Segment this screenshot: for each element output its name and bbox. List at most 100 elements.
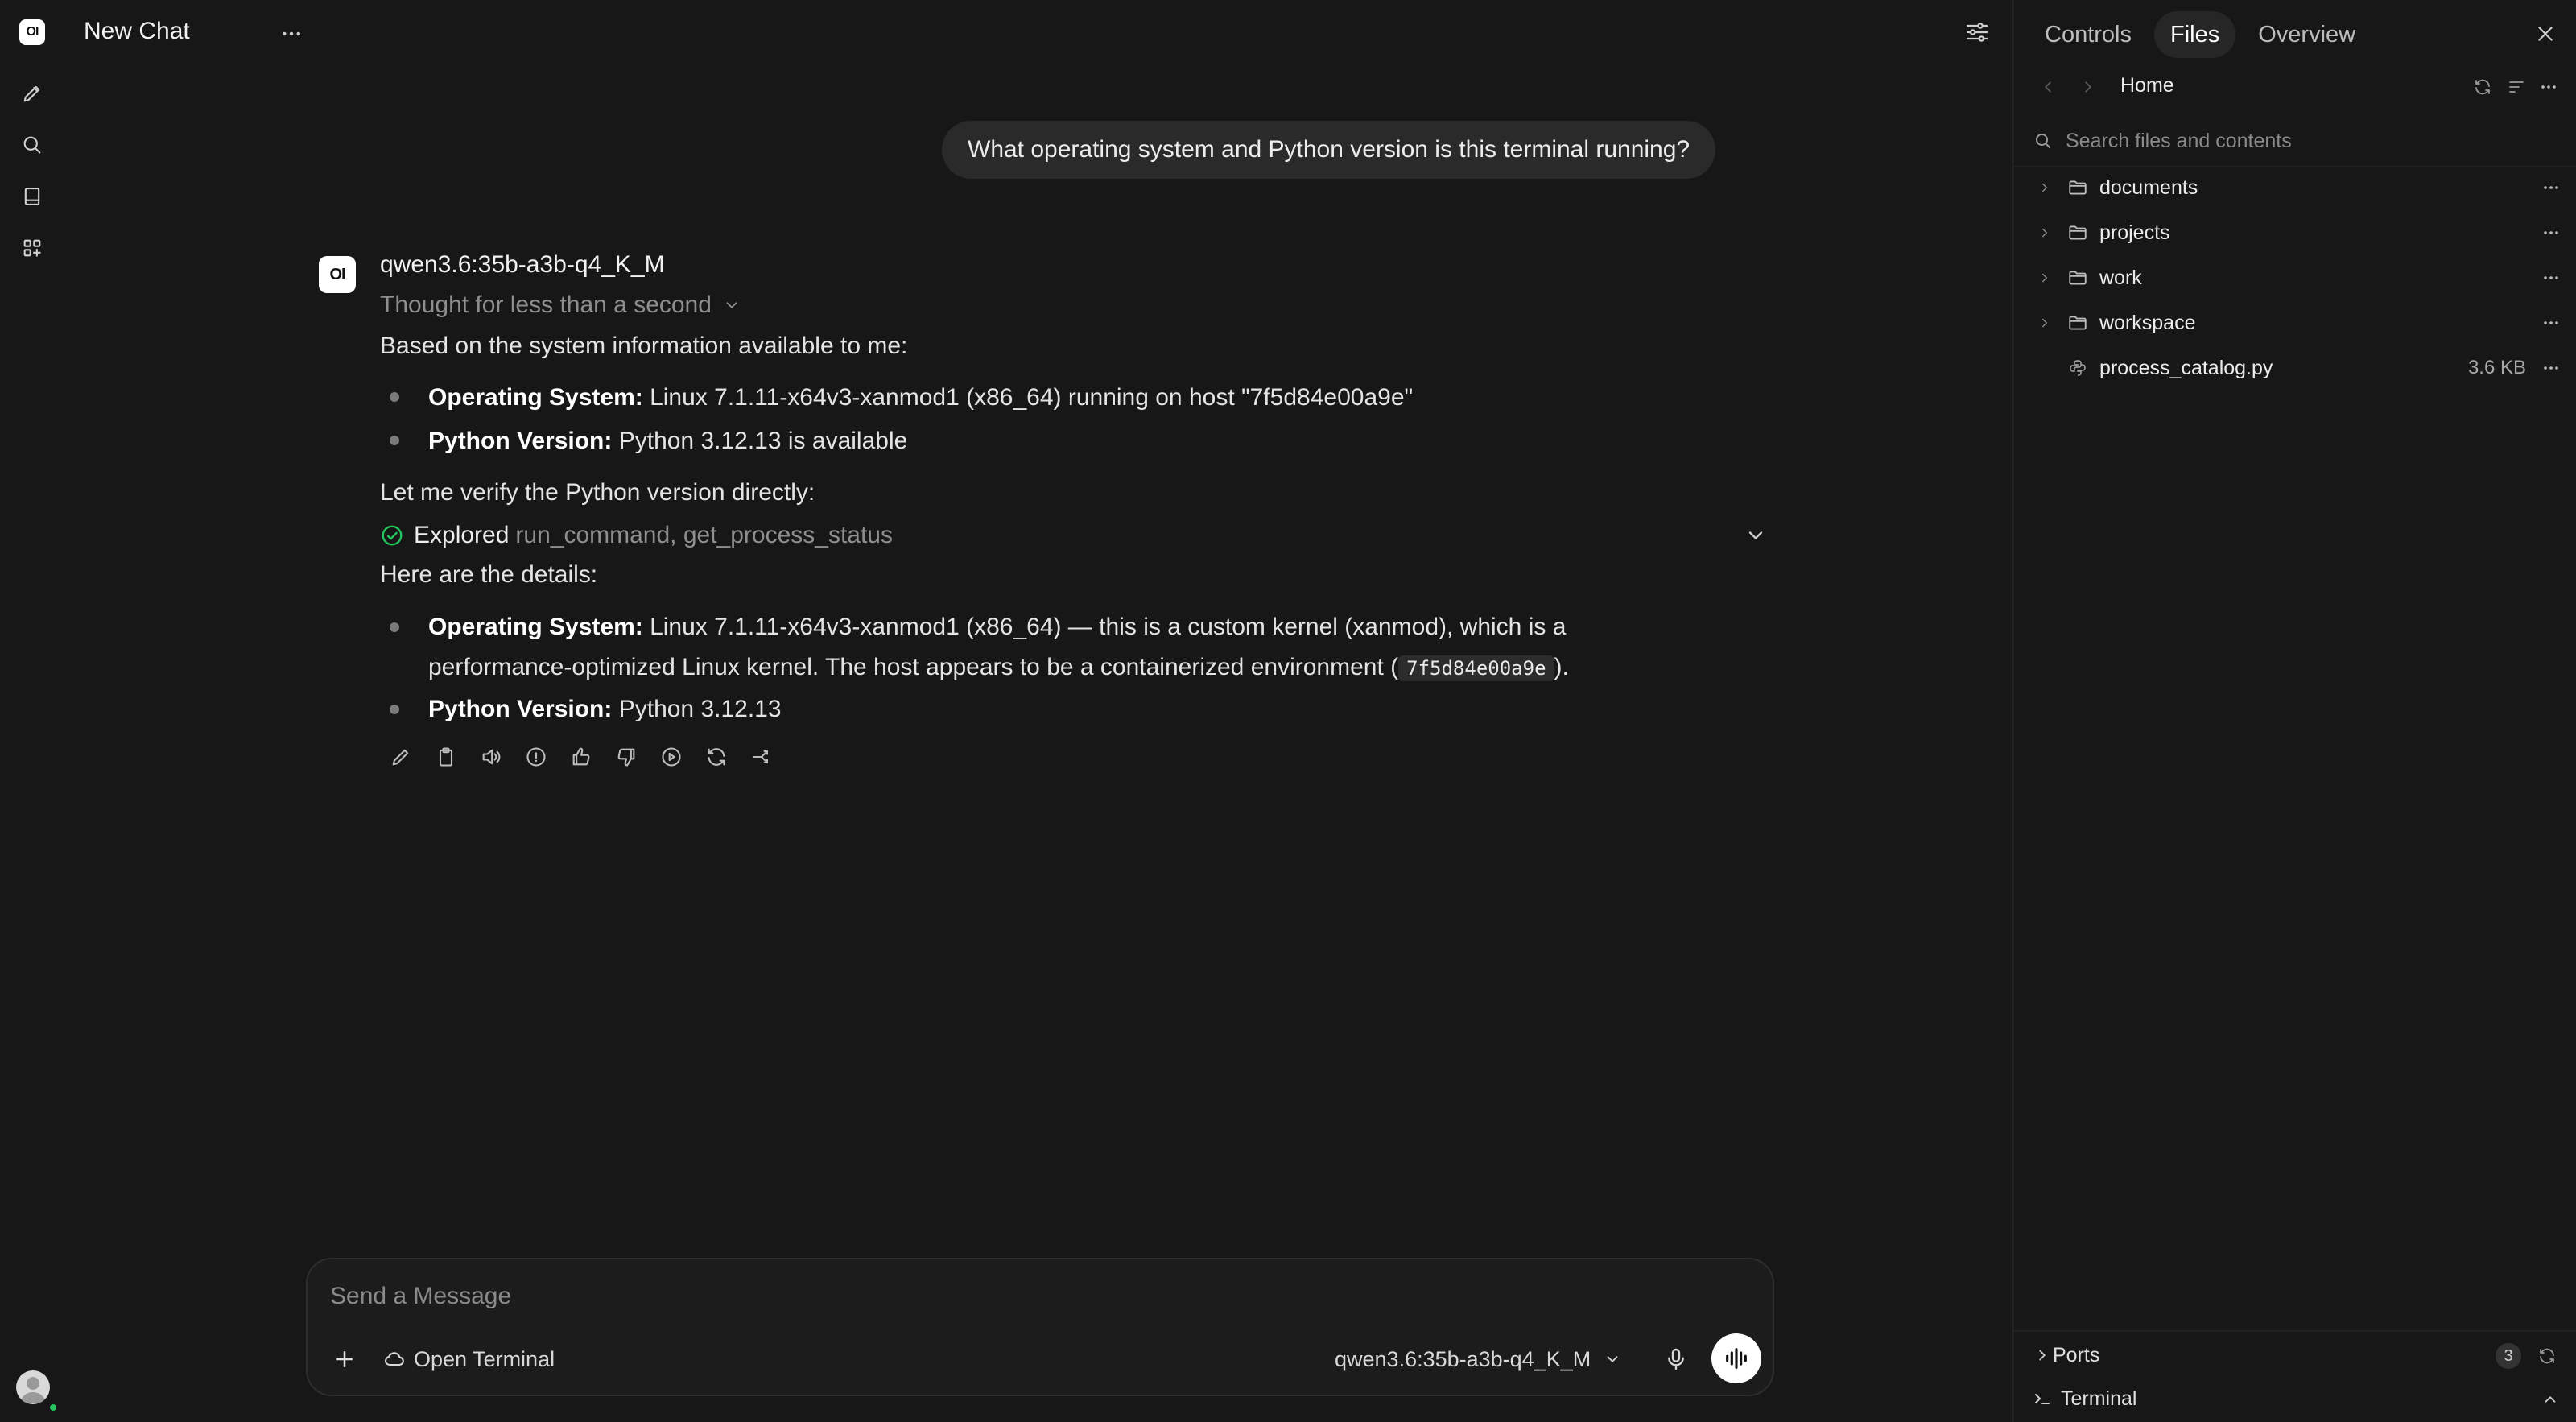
left-rail: OI (0, 0, 64, 1422)
file-navigation: Home (2033, 69, 2562, 105)
ellipsis-icon[interactable] (2539, 221, 2563, 245)
response-intro: Based on the system information availabl… (380, 333, 908, 359)
user-message[interactable]: What operating system and Python version… (942, 121, 1716, 179)
notes-button[interactable] (16, 180, 48, 213)
ellipsis-icon[interactable] (2539, 356, 2563, 380)
edit-button[interactable] (385, 741, 417, 773)
model-selector[interactable]: qwen3.6:35b-a3b-q4_K_M (1335, 1343, 1621, 1375)
plus-icon (332, 1347, 357, 1371)
panel-tabs: Controls Files Overview (2029, 11, 2372, 58)
ports-count-badge: 3 (2496, 1343, 2521, 1369)
copy-button[interactable] (430, 741, 462, 773)
terminal-section[interactable]: Terminal (2014, 1379, 2576, 1419)
thumbs-down-icon (615, 746, 638, 768)
python-file-icon (2066, 356, 2090, 380)
close-panel-button[interactable] (2529, 18, 2562, 50)
cloud-icon (383, 1348, 406, 1370)
workspace-button[interactable] (16, 232, 48, 264)
app-logo[interactable]: OI (19, 19, 45, 45)
thumbs-up-icon (570, 746, 592, 768)
file-search-bar (2033, 122, 2562, 159)
sort-button[interactable] (2502, 71, 2531, 103)
file-row-process-catalog[interactable]: process_catalog.py 3.6 KB (2014, 346, 2576, 390)
user-avatar[interactable] (16, 1370, 50, 1404)
tab-files[interactable]: Files (2154, 11, 2236, 58)
chat-title[interactable]: New Chat (84, 18, 190, 45)
list-item: Python Version: Python 3.12.13 (428, 689, 782, 730)
folder-icon (2066, 266, 2090, 290)
side-panel: Controls Files Overview Home Search file… (2013, 0, 2576, 1422)
speaker-icon (480, 746, 502, 768)
list-item-label: Operating System: (428, 384, 643, 411)
list-item-label: Python Version: (428, 428, 613, 454)
file-row-workspace[interactable]: workspace (2014, 301, 2576, 345)
chevron-right-icon[interactable] (2035, 268, 2054, 287)
file-name: documents (2099, 176, 2198, 199)
chevron-right-icon[interactable] (2035, 313, 2054, 333)
back-button[interactable] (2033, 71, 2062, 103)
thumbs-down-button[interactable] (610, 741, 642, 773)
tab-overview[interactable]: Overview (2242, 11, 2372, 58)
search-icon (2033, 131, 2053, 151)
file-row-work[interactable]: work (2014, 256, 2576, 300)
refresh-icon (2473, 77, 2492, 97)
tool-calls-summary[interactable]: Explored run_command, get_process_status (380, 519, 1769, 552)
attach-button[interactable] (327, 1341, 362, 1377)
explored-label: Explored (414, 522, 510, 548)
chevron-left-icon (2039, 78, 2057, 96)
online-status-dot (48, 1403, 58, 1412)
pencil-icon (21, 82, 43, 105)
ports-label: Ports (2053, 1343, 2100, 1366)
list-item-text: performance-optimized Linux kernel. The … (428, 654, 1399, 680)
ellipsis-icon[interactable] (2539, 176, 2563, 200)
ellipsis-icon[interactable] (2539, 311, 2563, 335)
model-selector-label: qwen3.6:35b-a3b-q4_K_M (1335, 1346, 1591, 1371)
regenerate-button[interactable] (700, 741, 733, 773)
list-bullet (390, 622, 399, 632)
chevron-right-icon[interactable] (2035, 178, 2054, 197)
files-menu-button[interactable] (2534, 71, 2563, 103)
controls-toggle-button[interactable] (1959, 14, 1995, 50)
open-terminal-button[interactable]: Open Terminal (383, 1343, 555, 1375)
list-item-text: Linux 7.1.11-x64v3-xanmod1 (x86_64) — th… (650, 614, 1567, 640)
breadcrumb[interactable]: Home (2120, 74, 2174, 97)
thought-toggle[interactable]: Thought for less than a second (380, 291, 741, 319)
open-terminal-label: Open Terminal (414, 1346, 555, 1371)
voice-mode-button[interactable] (1711, 1333, 1761, 1383)
chevron-right-icon[interactable] (2035, 223, 2054, 242)
file-row-projects[interactable]: projects (2014, 211, 2576, 254)
list-item-text: Linux 7.1.11-x64v3-xanmod1 (x86_64) runn… (650, 384, 1414, 411)
file-search-input[interactable] (2066, 129, 2549, 153)
file-name: work (2099, 266, 2142, 289)
ellipsis-icon[interactable] (2539, 266, 2563, 290)
file-row-documents[interactable]: documents (2014, 166, 2576, 209)
dictate-button[interactable] (1657, 1340, 1695, 1379)
grid-icon (21, 237, 43, 259)
thumbs-up-button[interactable] (565, 741, 597, 773)
read-aloud-button[interactable] (475, 741, 507, 773)
refresh-files-button[interactable] (2468, 71, 2497, 103)
new-chat-button[interactable] (16, 77, 48, 110)
folder-icon (2066, 221, 2090, 245)
info-button[interactable] (520, 741, 552, 773)
app-window: OI New Chat What operating system and Py… (0, 0, 2576, 1422)
refresh-icon[interactable] (2536, 1345, 2558, 1367)
sort-icon (2507, 77, 2526, 97)
continue-icon (660, 746, 683, 768)
list-item: Operating System: Linux 7.1.11-x64v3-xan… (428, 378, 1413, 418)
search-button[interactable] (16, 129, 48, 161)
chat-menu-button[interactable] (275, 18, 308, 50)
chevron-down-icon[interactable] (1742, 522, 1769, 549)
regenerate-icon (705, 746, 728, 768)
tab-controls[interactable]: Controls (2029, 11, 2148, 58)
message-input[interactable] (330, 1277, 1699, 1316)
list-item: Operating System: Linux 7.1.11-x64v3-xan… (428, 607, 1569, 688)
continue-button[interactable] (655, 741, 687, 773)
chevron-up-icon[interactable] (2539, 1388, 2562, 1411)
explored-tools: run_command, get_process_status (515, 522, 893, 548)
forward-button[interactable] (2074, 71, 2103, 103)
ports-section[interactable]: Ports 3 (2014, 1335, 2576, 1375)
list-item-label: Operating System: (428, 614, 643, 640)
sliders-icon (1964, 19, 1990, 45)
branch-button[interactable] (745, 741, 778, 773)
